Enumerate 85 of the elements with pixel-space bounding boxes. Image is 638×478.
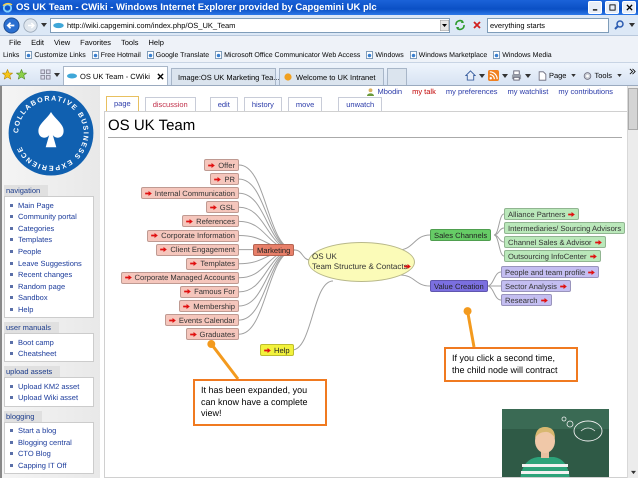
bullet-icon	[10, 452, 13, 456]
bullet-icon	[10, 215, 13, 218]
arrow-icon	[144, 190, 152, 196]
arrow-icon	[190, 261, 198, 266]
dropdown-button[interactable]	[440, 20, 449, 30]
page-icon	[25, 51, 32, 59]
page-icon	[493, 51, 500, 59]
arrow-icon	[264, 348, 271, 352]
cloud-icon	[67, 72, 77, 80]
window-title: OS UK Team - CWiki - Windows Internet Explorer provided by Capgemini UK plc	[16, 2, 378, 13]
bullet-icon	[10, 396, 13, 400]
caret-icon	[617, 74, 622, 77]
scroll-down-icon[interactable]	[630, 470, 636, 475]
page-icon	[366, 51, 374, 59]
callout-arrow	[464, 307, 476, 348]
bullet-icon	[10, 284, 13, 288]
add-favorite-icon[interactable]	[16, 69, 27, 80]
arrow-icon	[151, 233, 158, 238]
arrow-icon	[588, 270, 596, 274]
cloud-icon	[53, 22, 64, 28]
back-button[interactable]	[3, 16, 20, 34]
caret-icon[interactable]	[524, 74, 531, 78]
bullet-icon	[10, 238, 13, 242]
arrow-icon	[594, 240, 602, 244]
caret-icon[interactable]	[41, 23, 47, 27]
page-icon	[215, 51, 222, 59]
callout-note: If you click a second time, the child node will contract	[444, 347, 578, 382]
arrow-icon	[168, 318, 176, 323]
browser-logo-icon	[2, 2, 13, 13]
page-icon	[410, 51, 417, 59]
bullet-icon	[10, 352, 13, 356]
close-icon	[626, 4, 632, 11]
bullet-icon	[10, 262, 13, 265]
bullet-icon	[10, 204, 13, 207]
page-heading: OS UK Team	[108, 115, 622, 138]
arrow-icon	[210, 204, 217, 210]
arrow-icon	[214, 176, 222, 182]
page-icon	[538, 70, 547, 80]
bullet-icon	[10, 340, 13, 344]
minimize-button[interactable]	[588, 1, 602, 14]
arrow-icon	[190, 332, 197, 337]
maximize-button[interactable]	[605, 1, 619, 14]
bullet-icon	[10, 440, 13, 444]
connector-line	[400, 274, 430, 286]
bullet-icon	[10, 226, 13, 230]
arrow-icon	[560, 284, 567, 288]
caret-icon[interactable]	[54, 73, 60, 77]
printer-icon[interactable]	[510, 70, 522, 81]
home-icon[interactable]	[464, 70, 476, 81]
arrow-icon	[124, 275, 132, 280]
scrollbar[interactable]	[627, 86, 638, 478]
close-tab-icon[interactable]	[157, 72, 164, 80]
bullet-icon	[10, 428, 13, 432]
caret-icon	[571, 74, 576, 77]
bullet-icon	[10, 296, 13, 300]
bullet-icon	[10, 308, 13, 311]
arrow-icon	[568, 212, 576, 216]
arrow-icon	[160, 247, 168, 252]
caret-icon[interactable]	[502, 74, 508, 78]
root-node[interactable]: OS UK Team Structure & Contacts	[308, 242, 415, 282]
close-button[interactable]	[622, 1, 636, 14]
maximize-icon	[608, 4, 616, 11]
gear-icon	[583, 70, 592, 80]
chevron-icon[interactable]	[629, 68, 636, 75]
arrow-icon	[183, 304, 190, 308]
arrow-icon	[208, 162, 216, 168]
page-icon	[92, 51, 99, 59]
bullet-icon	[10, 250, 13, 253]
bullet-icon	[10, 464, 13, 467]
scroll-thumb[interactable]	[628, 88, 638, 130]
bullet-icon	[10, 384, 13, 388]
callout-note: It has been expanded, you can know have a complete view!	[193, 379, 327, 426]
arrow-icon	[184, 289, 192, 294]
callout-arrow	[207, 340, 240, 380]
search-icon[interactable]	[612, 18, 626, 32]
arrow-icon	[540, 298, 548, 302]
arrow-icon	[590, 254, 597, 258]
site-icon	[283, 73, 293, 81]
star-icon[interactable]	[2, 69, 13, 80]
page-icon	[146, 51, 154, 59]
user-icon	[367, 88, 374, 96]
caret-icon[interactable]	[478, 74, 485, 78]
caret-icon[interactable]	[629, 23, 635, 27]
arrow-icon	[186, 218, 194, 224]
bullet-icon	[10, 273, 13, 276]
